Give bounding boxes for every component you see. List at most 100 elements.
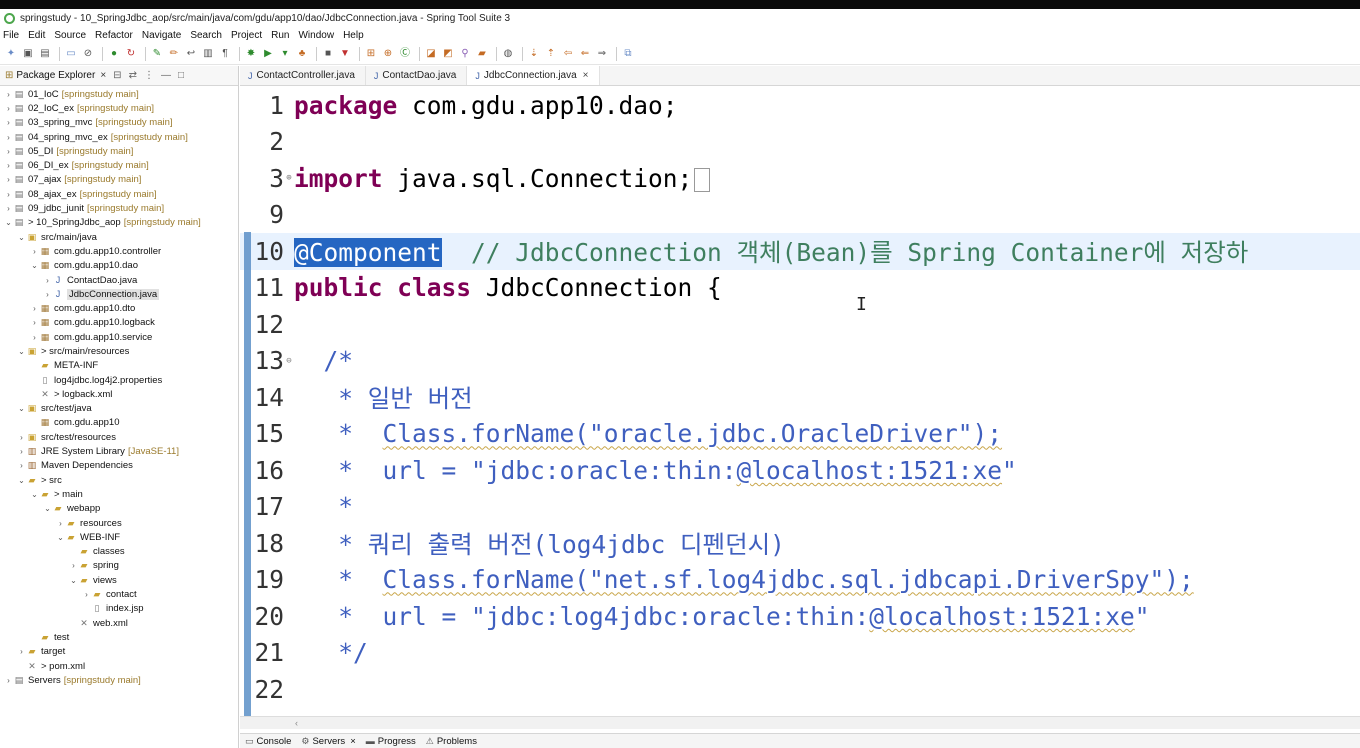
- collapsed-arrow-icon[interactable]: ›: [30, 318, 39, 327]
- link-with-editor-icon[interactable]: ⇄: [129, 70, 137, 81]
- editor-tab[interactable]: J ContactController.java: [240, 66, 366, 85]
- spring-boot-icon[interactable]: ●: [107, 47, 121, 61]
- tree-item[interactable]: › J ContactDao.java: [0, 273, 238, 287]
- tree-item[interactable]: › ▣ src/test/resources: [0, 430, 238, 444]
- collapsed-arrow-icon[interactable]: ›: [43, 276, 52, 285]
- expanded-arrow-icon[interactable]: ⌄: [30, 490, 39, 499]
- tree-item[interactable]: › ▦ com.gdu.app10.logback: [0, 316, 238, 330]
- menu-refactor[interactable]: Refactor: [95, 30, 133, 41]
- maximize-icon[interactable]: □: [178, 70, 184, 81]
- expanded-arrow-icon[interactable]: ⌄: [30, 261, 39, 270]
- skip-breakpoints-icon[interactable]: ⊘: [81, 47, 95, 61]
- tree-item[interactable]: ⌄ ▤ > 10_SpringJdbc_aop [springstudy main]: [0, 216, 238, 230]
- collapsed-arrow-icon[interactable]: ›: [4, 133, 13, 142]
- tree-item[interactable]: ⌄ ▰ WEB-INF: [0, 530, 238, 544]
- scroll-left-icon[interactable]: ‹: [295, 718, 298, 728]
- folded-imports-box[interactable]: [694, 167, 711, 192]
- collapsed-arrow-icon[interactable]: ›: [4, 90, 13, 99]
- tree-item[interactable]: › J JdbcConnection.java: [0, 287, 238, 301]
- collapsed-arrow-icon[interactable]: ›: [4, 175, 13, 184]
- collapsed-arrow-icon[interactable]: ›: [4, 161, 13, 170]
- tree-item[interactable]: › ▤ 05_DI [springstudy main]: [0, 144, 238, 158]
- editor-tab[interactable]: J ContactDao.java: [366, 66, 468, 85]
- collapsed-arrow-icon[interactable]: ›: [4, 147, 13, 156]
- menu-search[interactable]: Search: [190, 30, 222, 41]
- collapsed-arrow-icon[interactable]: ›: [56, 519, 65, 528]
- collapsed-arrow-icon[interactable]: ›: [4, 104, 13, 113]
- expanded-arrow-icon[interactable]: ⌄: [69, 576, 78, 585]
- expanded-arrow-icon[interactable]: ⌄: [17, 404, 26, 413]
- tree-item[interactable]: › ▰ contact: [0, 587, 238, 601]
- tree-item[interactable]: › ▤ 02_IoC_ex [springstudy main]: [0, 101, 238, 115]
- block-selection-icon[interactable]: ▥: [201, 47, 215, 61]
- globe-icon[interactable]: ◍: [501, 47, 515, 61]
- pin-icon[interactable]: ✎: [150, 47, 164, 61]
- tree-item[interactable]: ⌄ ▰ > main: [0, 487, 238, 501]
- menu-source[interactable]: Source: [54, 30, 86, 41]
- collapsed-arrow-icon[interactable]: ›: [4, 204, 13, 213]
- bottom-tab-servers[interactable]: ⚙ Servers ×: [296, 736, 360, 747]
- tree-item[interactable]: ✕ web.xml: [0, 616, 238, 630]
- new-java-project-icon[interactable]: ⊞: [364, 47, 378, 61]
- external-tools-icon[interactable]: ♣: [295, 47, 309, 61]
- tree-item[interactable]: ⌄ ▣ > src/main/resources: [0, 344, 238, 358]
- open-folder-icon[interactable]: ▰: [475, 47, 489, 61]
- tree-item[interactable]: › ▤ 08_ajax_ex [springstudy main]: [0, 187, 238, 201]
- run-dropdown-icon[interactable]: ▾: [278, 47, 292, 61]
- bottom-tab-console[interactable]: ▭ Console: [240, 736, 296, 747]
- mark-occurrences-icon[interactable]: ✏: [167, 47, 181, 61]
- collapsed-arrow-icon[interactable]: ›: [30, 333, 39, 342]
- refresh-icon[interactable]: ↻: [124, 47, 138, 61]
- tree-item[interactable]: › ▤ 09_jdbc_junit [springstudy main]: [0, 201, 238, 215]
- previous-annotation-icon[interactable]: ⇡: [544, 47, 558, 61]
- collapsed-arrow-icon[interactable]: ›: [17, 647, 26, 656]
- coverage-icon[interactable]: ▼: [338, 47, 352, 61]
- back-icon[interactable]: ⇐: [578, 47, 592, 61]
- open-type-icon[interactable]: ◪: [424, 47, 438, 61]
- next-annotation-icon[interactable]: ⇣: [527, 47, 541, 61]
- expanded-arrow-icon[interactable]: ⌄: [17, 233, 26, 242]
- collapse-all-icon[interactable]: ⊟: [113, 70, 121, 81]
- horizontal-scrollbar[interactable]: ‹: [240, 716, 1360, 729]
- tree-item[interactable]: ▯ log4jdbc.log4j2.properties: [0, 373, 238, 387]
- tree-item[interactable]: › ▤ Servers [springstudy main]: [0, 673, 238, 687]
- menu-edit[interactable]: Edit: [28, 30, 45, 41]
- collapsed-arrow-icon[interactable]: ›: [4, 118, 13, 127]
- bottom-tab-progress[interactable]: ▬ Progress: [361, 736, 421, 747]
- collapsed-arrow-icon[interactable]: ›: [17, 433, 26, 442]
- expanded-arrow-icon[interactable]: ⌄: [4, 218, 13, 227]
- tree-item[interactable]: › ▥ Maven Dependencies: [0, 459, 238, 473]
- tree-item[interactable]: ⌄ ▰ views: [0, 573, 238, 587]
- open-task-icon[interactable]: ◩: [441, 47, 455, 61]
- menu-navigate[interactable]: Navigate: [142, 30, 181, 41]
- code-editor[interactable]: 1 package com.gdu.app10.dao; 2 3 ⊕ import…: [240, 86, 1360, 716]
- bottom-tab-problems[interactable]: ⚠ Problems: [421, 736, 482, 747]
- tree-item[interactable]: › ▤ 04_spring_mvc_ex [springstudy main]: [0, 130, 238, 144]
- tree-item[interactable]: ▰ test: [0, 630, 238, 644]
- debug-icon[interactable]: ✸: [244, 47, 258, 61]
- expanded-arrow-icon[interactable]: ⌄: [17, 476, 26, 485]
- tree-item[interactable]: › ▰ resources: [0, 516, 238, 530]
- tree-item[interactable]: ▰ classes: [0, 545, 238, 559]
- collapsed-arrow-icon[interactable]: ›: [30, 304, 39, 313]
- save-icon[interactable]: ▣: [21, 47, 35, 61]
- collapsed-arrow-icon[interactable]: ›: [30, 247, 39, 256]
- new-icon[interactable]: ✦: [4, 47, 18, 61]
- tree-item[interactable]: › ▦ com.gdu.app10.dto: [0, 301, 238, 315]
- tree-item[interactable]: ▰ META-INF: [0, 359, 238, 373]
- tree-item[interactable]: ✕ > pom.xml: [0, 659, 238, 673]
- tree-item[interactable]: ⌄ ▰ > src: [0, 473, 238, 487]
- collapsed-arrow-icon[interactable]: ›: [17, 447, 26, 456]
- tree-item[interactable]: › ▤ 07_ajax [springstudy main]: [0, 173, 238, 187]
- open-perspective-icon[interactable]: ⧉: [621, 47, 635, 61]
- terminal-icon[interactable]: ▭: [64, 47, 78, 61]
- editor-tab[interactable]: J JdbcConnection.java ×: [467, 66, 600, 85]
- minimize-icon[interactable]: —: [161, 70, 171, 81]
- collapsed-arrow-icon[interactable]: ›: [4, 190, 13, 199]
- menu-file[interactable]: File: [3, 30, 19, 41]
- collapsed-arrow-icon[interactable]: ›: [43, 290, 52, 299]
- show-whitespace-icon[interactable]: ¶: [218, 47, 232, 61]
- tree-item[interactable]: › ▤ 03_spring_mvc [springstudy main]: [0, 116, 238, 130]
- tree-item[interactable]: ⌄ ▣ src/test/java: [0, 402, 238, 416]
- new-package-icon[interactable]: ⊕: [381, 47, 395, 61]
